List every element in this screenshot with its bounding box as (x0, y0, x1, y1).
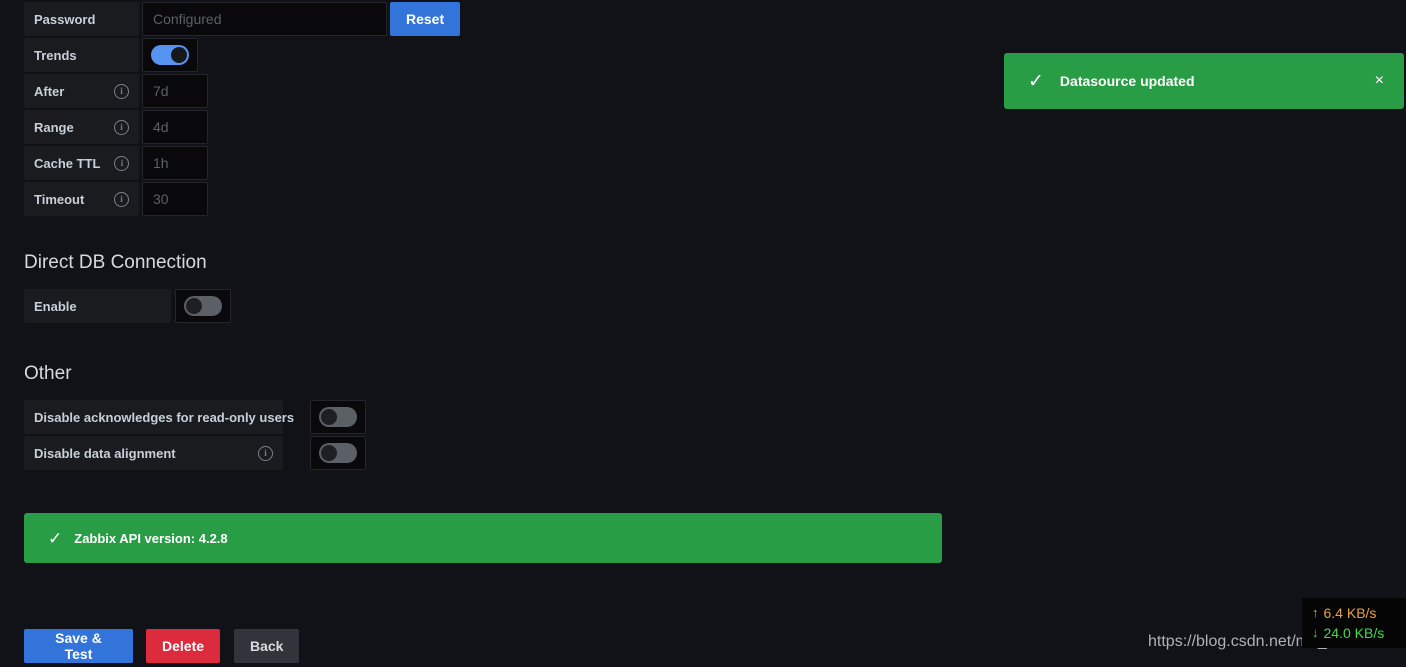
trends-label: Trends (24, 38, 139, 72)
save-and-test-button[interactable]: Save & Test (24, 629, 133, 663)
after-row: After i (24, 74, 208, 108)
timeout-row: Timeout i (24, 182, 208, 216)
info-icon[interactable]: i (114, 191, 129, 207)
api-version-banner: ✓ Zabbix API version: 4.2.8 (24, 513, 942, 563)
timeout-label: Timeout i (24, 182, 139, 216)
trends-toggle[interactable] (142, 38, 198, 72)
network-download-value: 24.0 KB/s (1323, 625, 1385, 641)
password-label: Password (24, 2, 139, 36)
trends-label-text: Trends (34, 47, 77, 63)
disable-data-alignment-label: Disable data alignment i (24, 436, 283, 470)
trends-row: Trends (24, 38, 198, 72)
timeout-label-text: Timeout (34, 191, 85, 207)
info-icon[interactable]: i (258, 445, 273, 461)
password-label-text: Password (34, 11, 96, 27)
datasource-updated-toast: ✓ Datasource updated × (1004, 53, 1404, 109)
cache-ttl-label-text: Cache TTL (34, 155, 101, 171)
toast-message: Datasource updated (1059, 73, 1195, 89)
network-upload-value: 6.4 KB/s (1323, 605, 1377, 621)
arrow-up-icon: ↑ (1312, 605, 1319, 620)
direct-db-enable-toggle[interactable] (175, 289, 231, 323)
timeout-input[interactable] (142, 182, 208, 216)
disable-acknowledges-toggle[interactable] (310, 400, 366, 434)
password-row: Password Reset (24, 2, 461, 36)
close-icon[interactable]: × (1375, 73, 1384, 89)
disable-acknowledges-toggle-knob (321, 409, 337, 425)
back-button[interactable]: Back (234, 629, 299, 663)
cache-ttl-input[interactable] (142, 146, 208, 180)
datasource-settings-page: Password Reset Trends After i Range i (0, 0, 1406, 667)
after-label-text: After (34, 83, 65, 99)
trends-toggle-track (151, 45, 189, 65)
after-label: After i (24, 74, 139, 108)
info-icon[interactable]: i (114, 155, 130, 171)
disable-acknowledges-toggle-track (319, 407, 357, 427)
other-heading: Other (24, 363, 72, 384)
network-upload-row: ↑ 6.4 KB/s (1312, 603, 1398, 623)
trends-toggle-knob (171, 47, 187, 63)
enable-label: Enable (24, 289, 171, 323)
range-label-text: Range (34, 119, 74, 135)
range-input[interactable] (142, 110, 208, 144)
disable-data-alignment-toggle-track (319, 443, 357, 463)
api-version-text: Zabbix API version: 4.2.8 (74, 530, 228, 546)
range-label: Range i (24, 110, 139, 144)
cache-ttl-row: Cache TTL i (24, 146, 208, 180)
network-download-row: ↓ 24.0 KB/s (1312, 623, 1398, 643)
enable-label-text: Enable (34, 298, 77, 314)
direct-db-enable-toggle-knob (186, 298, 202, 314)
check-icon: ✓ (48, 528, 63, 548)
disable-data-alignment-toggle-knob (321, 445, 337, 461)
cache-ttl-label: Cache TTL i (24, 146, 139, 180)
direct-db-enable-toggle-track (184, 296, 222, 316)
reset-password-button[interactable]: Reset (390, 2, 461, 36)
disable-data-alignment-label-text: Disable data alignment (34, 445, 176, 461)
network-speed-widget: ↑ 6.4 KB/s ↓ 24.0 KB/s (1302, 598, 1406, 648)
after-input[interactable] (142, 74, 208, 108)
direct-db-heading: Direct DB Connection (24, 252, 207, 273)
disable-acknowledges-label-text: Disable acknowledges for read-only users (34, 409, 295, 425)
delete-button[interactable]: Delete (146, 629, 220, 663)
disable-acknowledges-label: Disable acknowledges for read-only users (24, 400, 294, 434)
info-icon[interactable]: i (114, 83, 129, 99)
arrow-down-icon: ↓ (1312, 625, 1319, 640)
disable-acknowledges-row: Disable acknowledges for read-only users (24, 400, 366, 434)
check-icon: ✓ (1028, 70, 1044, 92)
disable-data-alignment-toggle[interactable] (310, 436, 366, 470)
password-input[interactable] (142, 2, 387, 36)
info-icon[interactable]: i (114, 119, 129, 135)
disable-data-alignment-row: Disable data alignment i (24, 436, 366, 470)
direct-db-enable-row: Enable (24, 289, 231, 323)
range-row: Range i (24, 110, 208, 144)
